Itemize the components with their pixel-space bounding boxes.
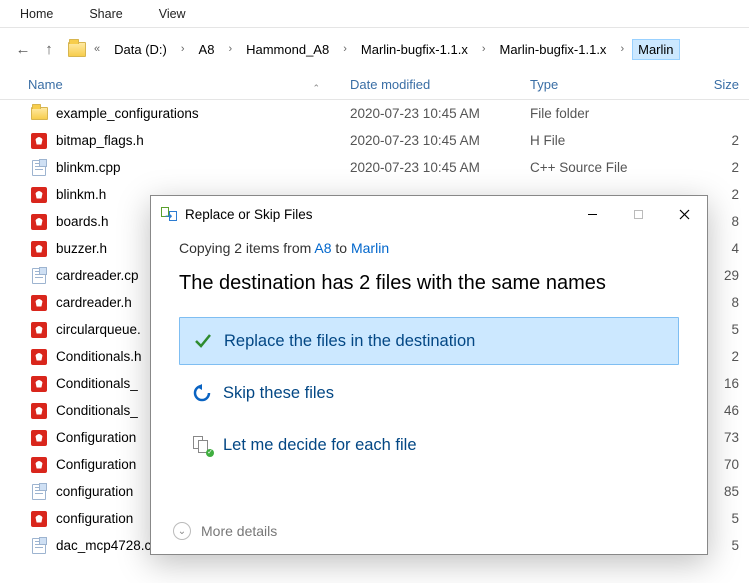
copy-dst-link[interactable]: Marlin bbox=[351, 240, 389, 256]
h-file-icon bbox=[28, 430, 50, 446]
sort-indicator-icon: ⌃ bbox=[312, 83, 320, 94]
file-name: Conditionals.h bbox=[56, 349, 146, 364]
h-file-icon bbox=[28, 376, 50, 392]
tab-share[interactable]: Share bbox=[89, 7, 122, 21]
cpp-file-icon bbox=[28, 268, 50, 284]
file-date: 2020-07-23 10:45 AM bbox=[350, 133, 530, 148]
crumb-3[interactable]: Marlin-bugfix-1.1.x bbox=[355, 39, 474, 60]
h-file-icon bbox=[28, 187, 50, 203]
file-date: 2020-07-23 10:45 AM bbox=[350, 160, 530, 175]
up-button[interactable]: ↑ bbox=[38, 38, 60, 60]
file-size: 2 bbox=[680, 160, 749, 175]
crumb-0[interactable]: Data (D:) bbox=[108, 39, 173, 60]
chevron-right-icon[interactable]: › bbox=[177, 43, 189, 55]
copying-status: Copying 2 items from A8 to Marlin bbox=[179, 240, 679, 256]
file-name: buzzer.h bbox=[56, 241, 146, 256]
file-name: Configuration bbox=[56, 430, 146, 445]
cpp-file-icon bbox=[28, 160, 50, 176]
dialog-title: Replace or Skip Files bbox=[185, 207, 313, 222]
h-file-icon bbox=[28, 322, 50, 338]
h-file-icon bbox=[28, 214, 50, 230]
chevron-down-icon: ⌄ bbox=[173, 522, 191, 540]
file-size: 2 bbox=[680, 133, 749, 148]
file-row[interactable]: bitmap_flags.h2020-07-23 10:45 AMH File2 bbox=[0, 127, 749, 154]
file-name: blinkm.h bbox=[56, 187, 146, 202]
h-file-icon bbox=[28, 457, 50, 473]
crumb-5[interactable]: Marlin bbox=[632, 39, 679, 60]
file-name: blinkm.cpp bbox=[56, 160, 350, 175]
ribbon-tabs: Home Share View bbox=[0, 0, 749, 28]
cpp-file-icon bbox=[28, 538, 50, 554]
file-name: configuration bbox=[56, 511, 146, 526]
file-name: circularqueue. bbox=[56, 322, 146, 337]
dialog-titlebar[interactable]: ➜ Replace or Skip Files bbox=[151, 196, 707, 232]
file-name: cardreader.h bbox=[56, 295, 146, 310]
option-skip[interactable]: Skip these files bbox=[179, 369, 679, 417]
folder-root-icon bbox=[68, 42, 86, 57]
h-file-icon bbox=[28, 403, 50, 419]
maximize-button bbox=[615, 199, 661, 229]
col-date[interactable]: Date modified bbox=[350, 77, 530, 92]
file-row[interactable]: blinkm.cpp2020-07-23 10:45 AMC++ Source … bbox=[0, 154, 749, 181]
file-name: Conditionals_ bbox=[56, 376, 146, 391]
crumb-2[interactable]: Hammond_A8 bbox=[240, 39, 335, 60]
back-button[interactable]: ← bbox=[12, 38, 34, 60]
breadcrumb-overflow[interactable]: « bbox=[90, 43, 104, 55]
file-name: configuration bbox=[56, 484, 146, 499]
chevron-right-icon[interactable]: › bbox=[478, 43, 490, 55]
cpp-file-icon bbox=[28, 484, 50, 500]
option-replace[interactable]: Replace the files in the destination bbox=[179, 317, 679, 365]
more-details-toggle[interactable]: ⌄ More details bbox=[173, 522, 277, 540]
chevron-right-icon[interactable]: › bbox=[616, 43, 628, 55]
col-type[interactable]: Type bbox=[530, 77, 680, 92]
compare-files-icon: ✓ bbox=[193, 436, 211, 454]
file-type: File folder bbox=[530, 106, 680, 121]
skip-arrow-icon bbox=[193, 384, 211, 402]
file-name: example_configurations bbox=[56, 106, 350, 121]
chevron-right-icon[interactable]: › bbox=[224, 43, 236, 55]
checkmark-icon bbox=[194, 332, 212, 350]
h-file-icon bbox=[28, 349, 50, 365]
file-row[interactable]: example_configurations2020-07-23 10:45 A… bbox=[0, 100, 749, 127]
file-name: cardreader.cp bbox=[56, 268, 146, 283]
tab-home[interactable]: Home bbox=[20, 7, 53, 21]
crumb-1[interactable]: A8 bbox=[193, 39, 221, 60]
file-date: 2020-07-23 10:45 AM bbox=[350, 106, 530, 121]
file-type: C++ Source File bbox=[530, 160, 680, 175]
breadcrumb-bar: ← ↑ « Data (D:) › A8 › Hammond_A8 › Marl… bbox=[0, 28, 749, 70]
h-file-icon bbox=[28, 241, 50, 257]
file-type: H File bbox=[530, 133, 680, 148]
option-decide[interactable]: ✓ Let me decide for each file bbox=[179, 421, 679, 469]
chevron-right-icon[interactable]: › bbox=[339, 43, 351, 55]
h-file-icon bbox=[28, 295, 50, 311]
file-name: bitmap_flags.h bbox=[56, 133, 350, 148]
file-name: boards.h bbox=[56, 214, 146, 229]
h-file-icon bbox=[28, 133, 50, 149]
folder-icon bbox=[28, 107, 50, 120]
close-button[interactable] bbox=[661, 199, 707, 229]
crumb-4[interactable]: Marlin-bugfix-1.1.x bbox=[494, 39, 613, 60]
h-file-icon bbox=[28, 511, 50, 527]
file-name: Conditionals_ bbox=[56, 403, 146, 418]
copy-src-link[interactable]: A8 bbox=[314, 240, 331, 256]
dialog-headline: The destination has 2 files with the sam… bbox=[179, 272, 679, 295]
col-name[interactable]: Name⌃ bbox=[0, 77, 350, 92]
copy-conflict-icon: ➜ bbox=[161, 207, 177, 221]
file-name: Configuration bbox=[56, 457, 146, 472]
col-size[interactable]: Size bbox=[680, 77, 749, 92]
replace-skip-dialog: ➜ Replace or Skip Files Copying 2 items … bbox=[150, 195, 708, 555]
minimize-button[interactable] bbox=[569, 199, 615, 229]
column-header: Name⌃ Date modified Type Size bbox=[0, 70, 749, 100]
tab-view[interactable]: View bbox=[159, 7, 186, 21]
